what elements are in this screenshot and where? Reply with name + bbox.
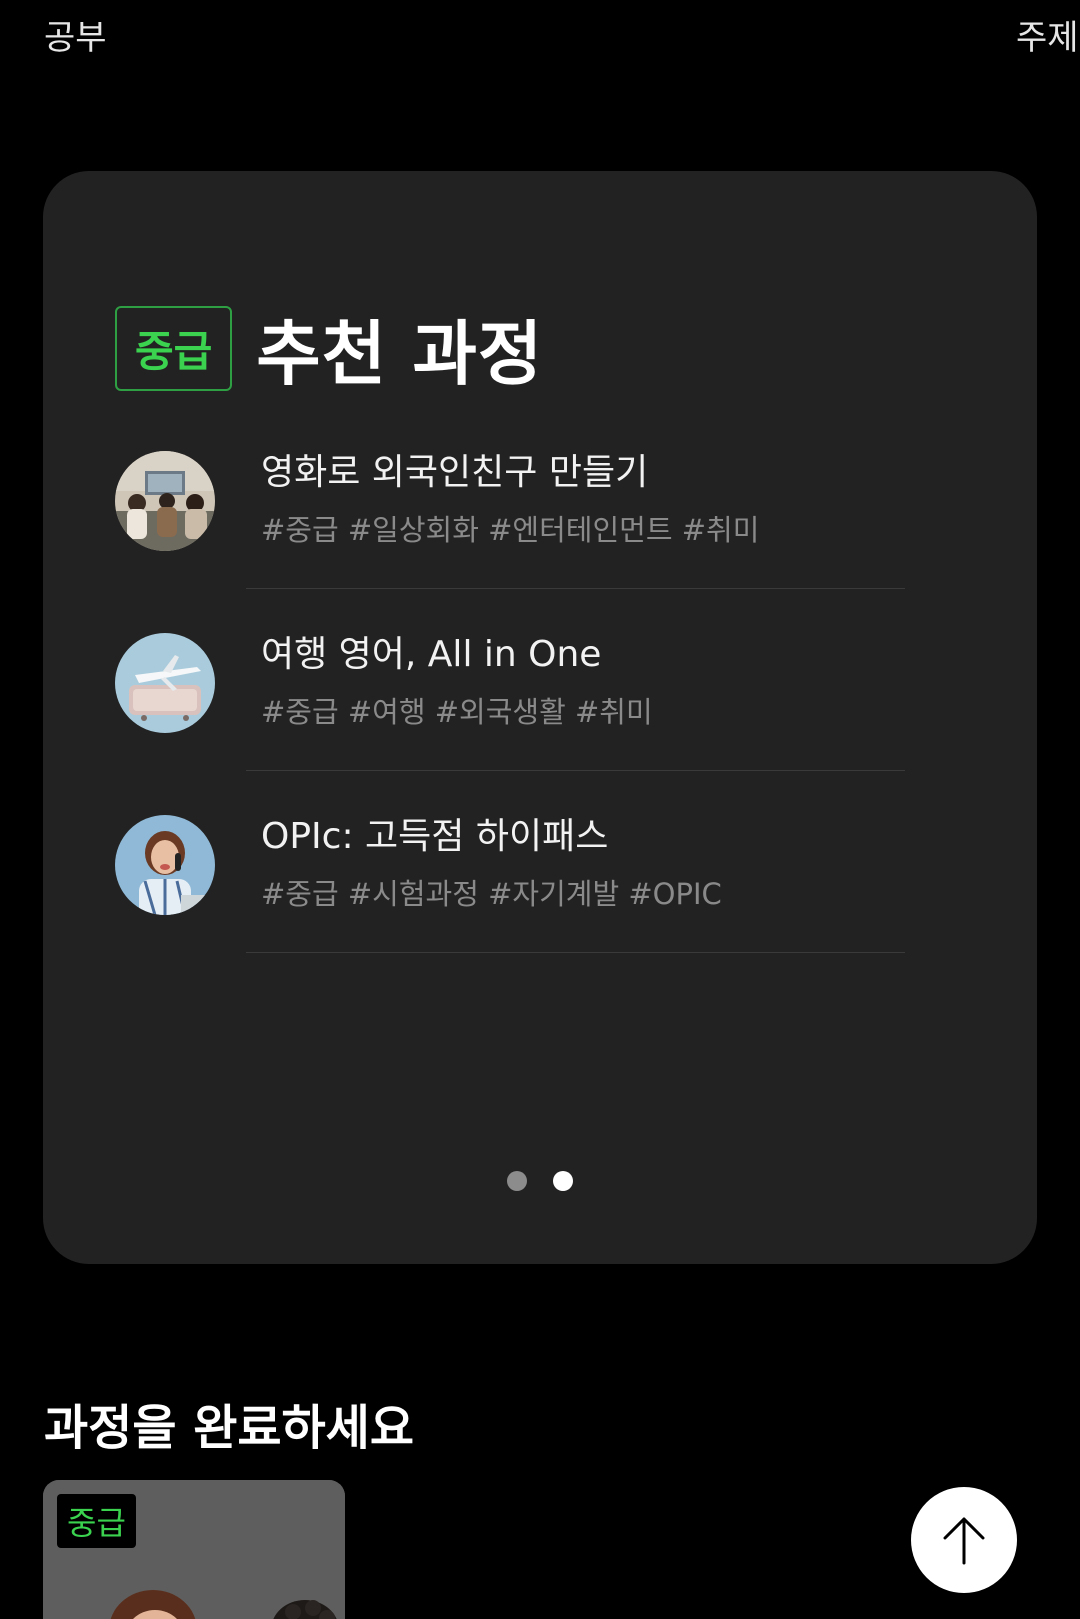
course-card-level-badge: 중급 — [57, 1494, 136, 1548]
tab-study[interactable]: 공부 — [44, 10, 107, 59]
course-item[interactable]: OPIc: 고득점 하이패스 #중급 #시험과정 #자기계발 #OPIC — [115, 815, 905, 997]
course-item[interactable]: 여행 영어, All in One #중급 #여행 #외국생활 #취미 — [115, 633, 905, 815]
carousel-pager — [43, 1171, 1037, 1191]
woman-on-phone-thumbnail — [115, 815, 215, 915]
card-title: 추천 과정 — [256, 313, 544, 395]
divider — [246, 770, 905, 771]
pager-dot-1[interactable] — [507, 1171, 527, 1191]
level-badge: 중급 — [115, 306, 233, 391]
pager-dot-2-active[interactable] — [553, 1171, 573, 1191]
page: 공부 주제 중급 추천 과정 영화로 외국인친구 만들기 #중급 #일상회화 #… — [0, 0, 1080, 1619]
complete-section-title: 과정을 완료하세요 — [44, 1400, 414, 1456]
movie-friends-thumbnail — [115, 451, 215, 551]
recommended-courses-card: 중급 추천 과정 영화로 외국인친구 만들기 #중급 #일상회화 #엔터테인먼트… — [43, 171, 1037, 1264]
divider — [246, 952, 905, 953]
course-text: OPIc: 고득점 하이패스 #중급 #시험과정 #자기계발 #OPIC — [261, 815, 722, 913]
course-tags: #중급 #일상회화 #엔터테인먼트 #취미 — [261, 513, 760, 547]
course-tags: #중급 #시험과정 #자기계발 #OPIC — [261, 877, 722, 911]
course-title: 여행 영어, All in One — [261, 634, 602, 675]
course-title: OPIc: 고득점 하이패스 — [261, 816, 609, 857]
airplane-suitcase-photo-icon — [115, 633, 215, 733]
woman-on-phone-photo-icon — [115, 815, 215, 915]
course-text: 영화로 외국인친구 만들기 #중급 #일상회화 #엔터테인먼트 #취미 — [261, 451, 759, 549]
scroll-to-top-button[interactable] — [911, 1487, 1017, 1593]
card-header: 중급 추천 과정 — [115, 298, 543, 399]
course-text: 여행 영어, All in One #중급 #여행 #외국생활 #취미 — [261, 633, 653, 731]
tab-topic[interactable]: 주제 — [1016, 10, 1079, 59]
airplane-suitcase-thumbnail — [115, 633, 215, 733]
course-list: 영화로 외국인친구 만들기 #중급 #일상회화 #엔터테인먼트 #취미 여행 영… — [115, 451, 905, 997]
course-title: 영화로 외국인친구 만들기 — [261, 452, 649, 493]
arrow-up-icon — [943, 1517, 985, 1565]
course-tags: #중급 #여행 #외국생활 #취미 — [261, 695, 653, 729]
divider — [246, 588, 905, 589]
course-item[interactable]: 영화로 외국인친구 만들기 #중급 #일상회화 #엔터테인먼트 #취미 — [115, 451, 905, 633]
course-card[interactable]: 중급 — [43, 1480, 345, 1619]
movie-friends-photo-icon — [115, 451, 215, 551]
